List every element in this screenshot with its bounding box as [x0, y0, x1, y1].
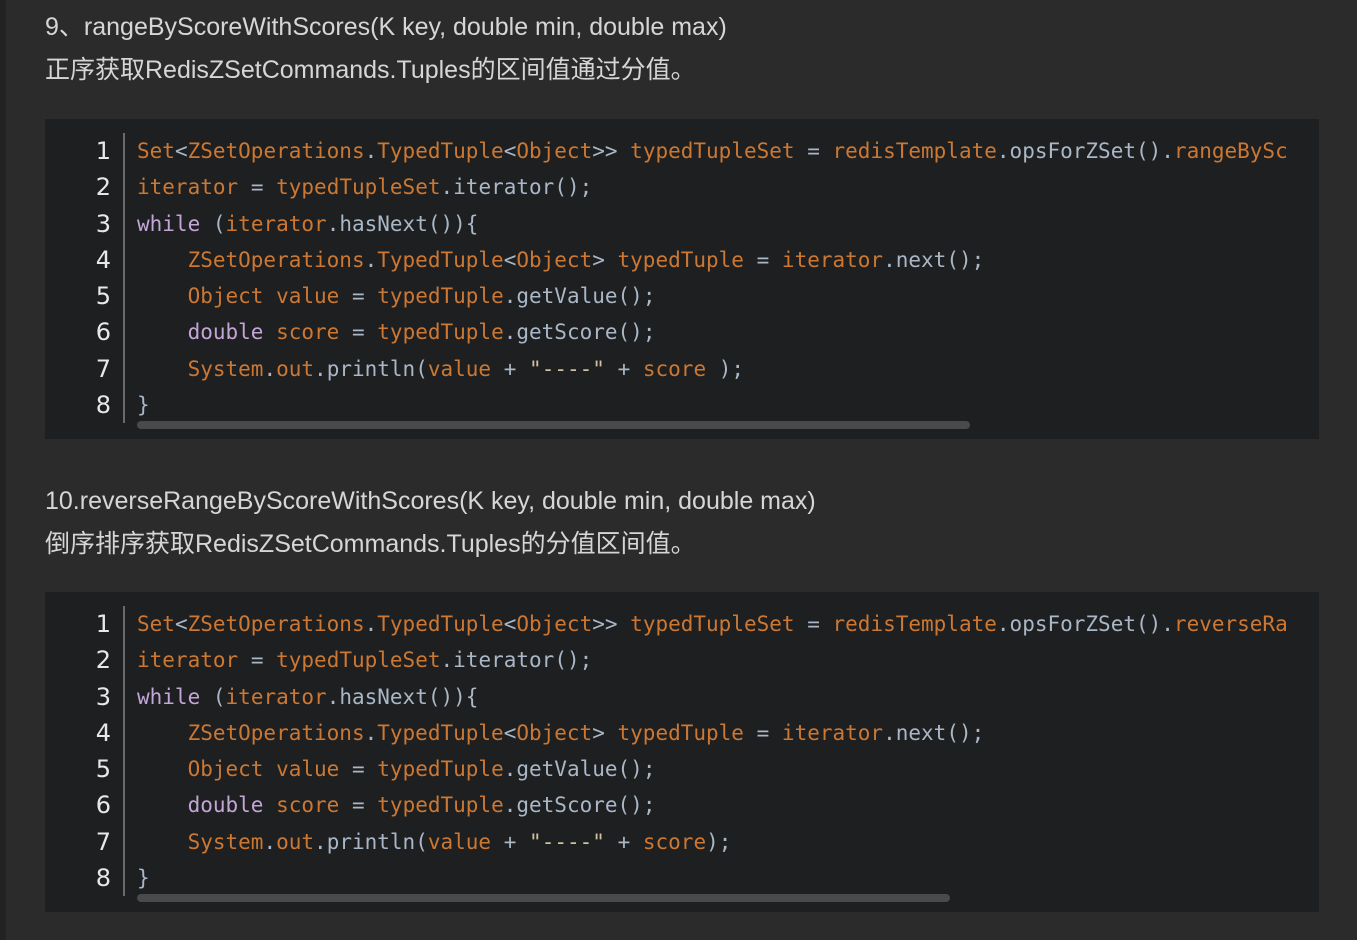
- line-number: 6: [95, 791, 111, 820]
- code-line: while (iterator.hasNext()){: [137, 211, 479, 236]
- code-line: ZSetOperations.TypedTuple<Object> typedT…: [187, 720, 985, 745]
- code-line: }: [137, 393, 150, 418]
- code-line: }: [137, 866, 150, 891]
- code-line: System.out.println(value + "----" + scor…: [187, 356, 745, 381]
- line-number: 1: [95, 610, 111, 638]
- code-line: Set<ZSetOperations.TypedTuple<Object>> t…: [137, 139, 1288, 163]
- line-number: 8: [95, 391, 111, 420]
- line-number: 5: [95, 755, 111, 784]
- code-block-1[interactable]: 1 2 3 4 5 6 7 8 Set<ZSetOperations.TypedTuple<O…: [45, 119, 1319, 439]
- horizontal-scrollbar[interactable]: [137, 421, 970, 429]
- line-number: 4: [95, 718, 111, 747]
- line-number: 2: [95, 173, 111, 202]
- section2-title: 10.reverseRangeByScoreWithScores(K key, …: [45, 487, 816, 515]
- code-line: while (iterator.hasNext()){: [137, 684, 479, 709]
- code-line: iterator = typedTupleSet.iterator();: [137, 175, 593, 200]
- section1-description: 正序获取RedisZSetCommands.Tuples的区间值通过分值。: [45, 56, 696, 84]
- line-number: 8: [95, 864, 111, 893]
- section1-title: 9、rangeByScoreWithScores(K key, double m…: [45, 13, 727, 41]
- line-number: 6: [95, 318, 111, 347]
- line-number: 1: [95, 137, 111, 165]
- code-line: iterator = typedTupleSet.iterator();: [137, 648, 593, 673]
- code-content[interactable]: Set<ZSetOperations.TypedTuple<Object>> t…: [137, 606, 1293, 896]
- line-number: 2: [95, 646, 111, 675]
- code-content[interactable]: Set<ZSetOperations.TypedTuple<Object>> t…: [137, 133, 1293, 423]
- code-block-2[interactable]: 1 2 3 4 5 6 7 8 Set<ZSetOperations.TypedTuple<O…: [45, 592, 1319, 912]
- line-number: 4: [95, 245, 111, 274]
- line-number: 7: [95, 354, 111, 383]
- code-line: double score = typedTuple.getScore();: [187, 320, 656, 345]
- horizontal-scrollbar[interactable]: [137, 894, 950, 902]
- line-number: 3: [95, 682, 111, 711]
- code-line: Object value = typedTuple.getValue();: [187, 757, 656, 782]
- code-line: double score = typedTuple.getScore();: [187, 793, 656, 818]
- line-number-gutter: 1 2 3 4 5 6 7 8: [45, 606, 125, 897]
- line-number: 3: [95, 209, 111, 238]
- line-number-gutter: 1 2 3 4 5 6 7 8: [45, 133, 125, 424]
- section2-description: 倒序排序获取RedisZSetCommands.Tuples的分值区间值。: [45, 530, 696, 558]
- code-line: Set<ZSetOperations.TypedTuple<Object>> t…: [137, 612, 1288, 636]
- code-line: ZSetOperations.TypedTuple<Object> typedT…: [187, 247, 985, 272]
- code-line: Object value = typedTuple.getValue();: [187, 284, 656, 309]
- page-left-edge: [0, 0, 6, 940]
- line-number: 7: [95, 827, 111, 856]
- line-number: 5: [95, 282, 111, 311]
- code-line: System.out.println(value + "----" + scor…: [187, 829, 732, 854]
